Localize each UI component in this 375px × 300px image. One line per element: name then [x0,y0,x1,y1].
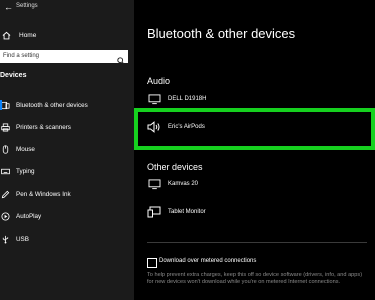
monitor-icon [147,177,161,191]
home-icon [0,29,12,41]
page-title: Bluetooth & other devices [147,26,296,41]
metered-checkbox[interactable] [147,258,157,268]
autoplay-icon [0,211,10,221]
other-device-tablet-monitor[interactable]: Tablet Monitor [147,203,206,221]
main-panel [134,0,375,300]
pen-icon [0,189,10,199]
device-name: Tablet Monitor [168,209,206,215]
sidebar-item-pen[interactable]: Pen & Windows Ink [0,188,134,200]
printer-icon [0,122,10,132]
sidebar-item-printers[interactable]: Printers & scanners [0,121,134,133]
monitor-icon [147,92,161,106]
sidebar-item-label: Printers & scanners [16,123,71,131]
window-title: Settings [16,3,38,9]
sidebar-item-mouse[interactable]: Mouse [0,143,134,155]
search-input[interactable]: Find a setting [0,50,128,65]
audio-device-dell[interactable]: DELL D1918H [147,90,206,108]
keyboard-icon [0,166,10,176]
usb-icon [0,234,10,244]
sidebar-item-bluetooth[interactable]: Bluetooth & other devices [0,99,134,111]
audio-heading: Audio [147,76,171,86]
metered-checkbox-label: Download over metered connections [159,258,257,264]
devices-section-heading: Devices [0,72,27,79]
search-icon [117,52,125,70]
tablet-monitor-icon [147,205,161,219]
sidebar-item-label: AutoPlay [16,212,42,220]
sidebar-item-label: USB [16,235,29,243]
metered-help-text: To help prevent extra charges, keep this… [147,272,363,286]
sidebar-item-label: Bluetooth & other devices [16,101,88,109]
bluetooth-icon [0,100,10,110]
mouse-icon [0,144,10,154]
sidebar-item-usb[interactable]: USB [0,233,134,245]
home-nav-item[interactable]: Home [0,29,36,41]
back-arrow-icon[interactable]: ← [4,2,13,12]
sidebar-item-autoplay[interactable]: AutoPlay [0,210,134,222]
search-placeholder: Find a setting [3,53,40,59]
sidebar: Home Find a setting Devices Bluetooth & … [0,0,134,300]
other-devices-heading: Other devices [147,162,203,172]
sidebar-item-label: Pen & Windows Ink [16,190,71,198]
sidebar-item-label: Typing [16,167,35,175]
sidebar-item-typing[interactable]: Typing [0,165,134,177]
sidebar-item-label: Mouse [16,145,35,153]
device-name: Kamvas 20 [168,181,199,187]
highlight-box [134,108,375,150]
home-label: Home [19,31,37,39]
divider [147,242,367,243]
other-device-kamvas[interactable]: Kamvas 20 [147,175,198,193]
device-name: DELL D1918H [168,96,207,102]
